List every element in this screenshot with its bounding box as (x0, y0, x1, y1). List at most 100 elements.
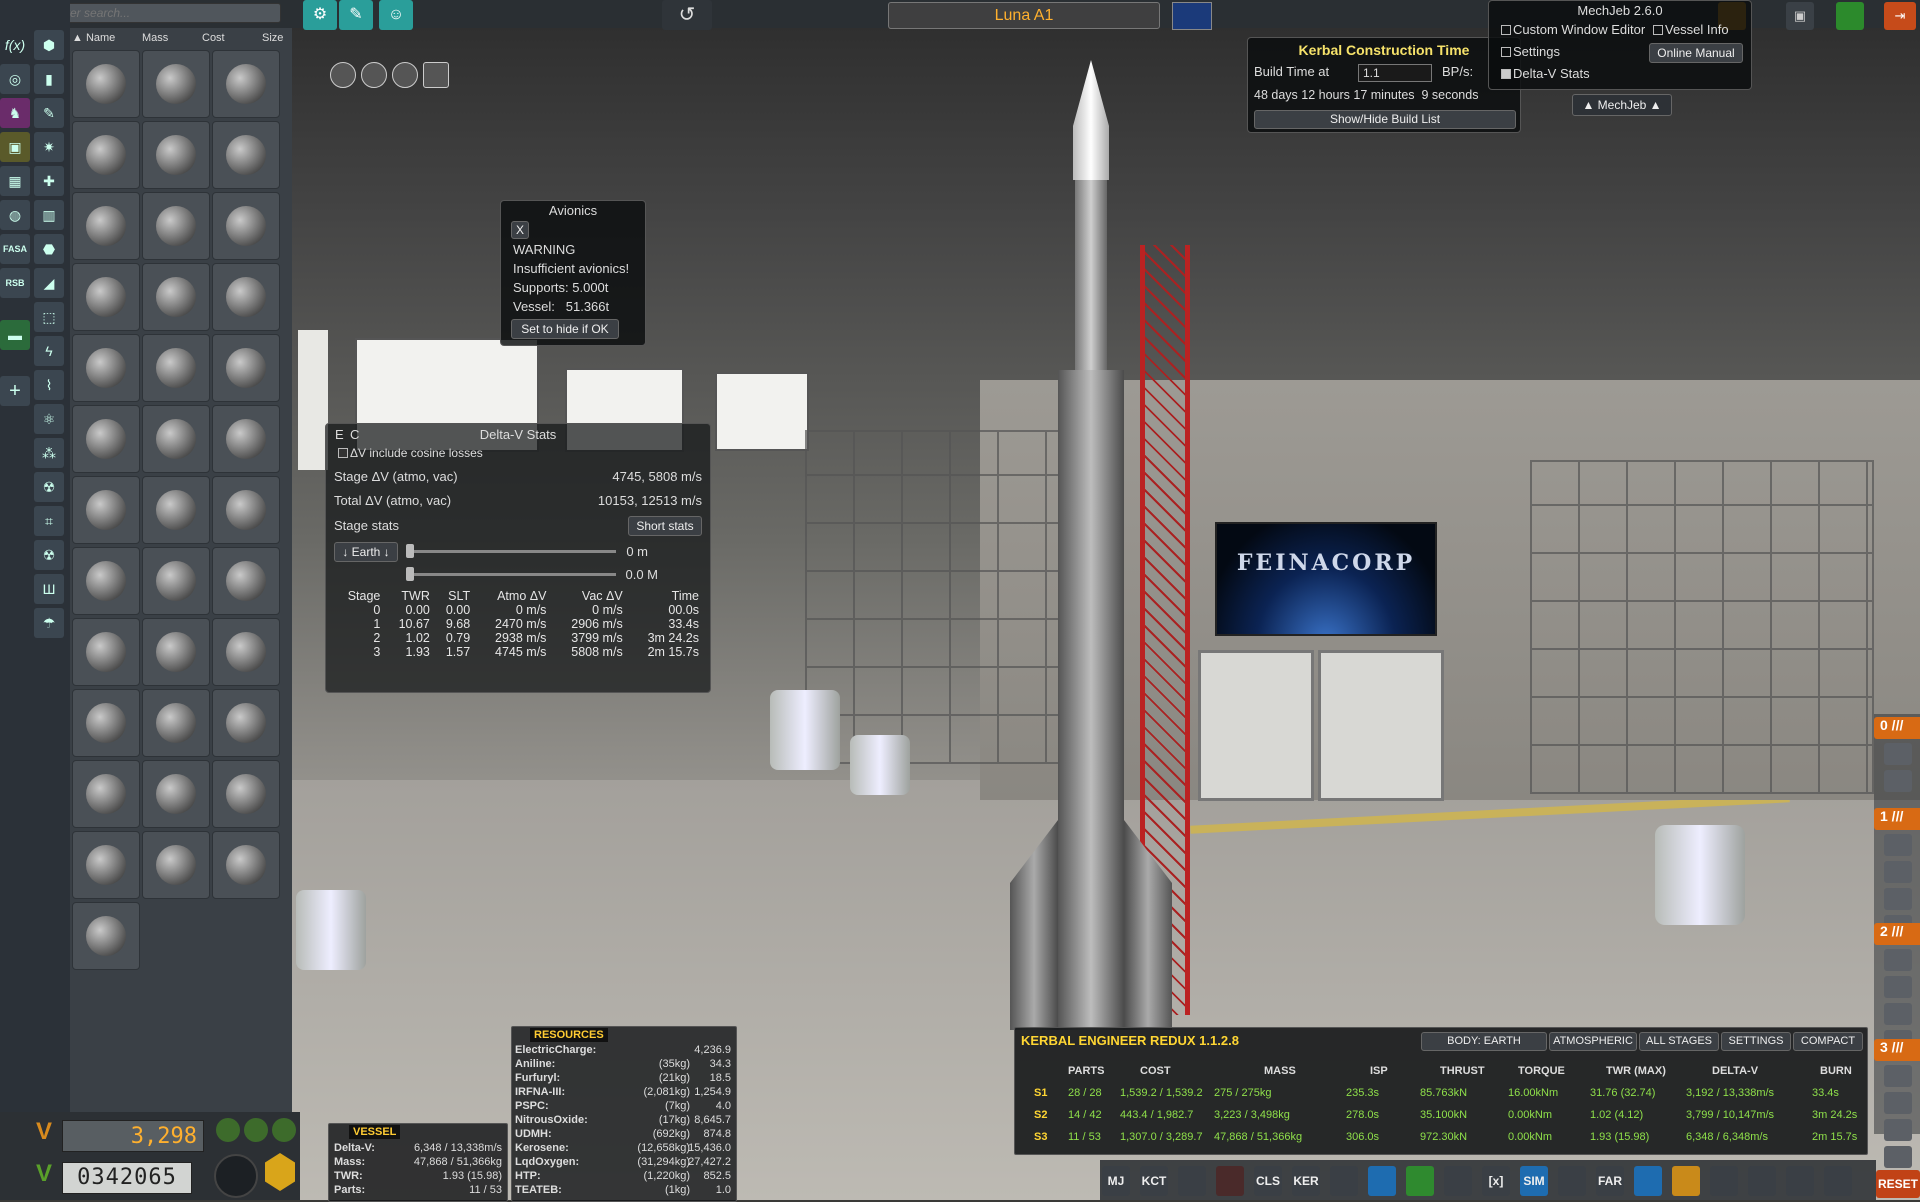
vessel-name-field[interactable]: Luna A1 (888, 2, 1160, 29)
sim-icon[interactable]: SIM (1520, 1166, 1548, 1196)
stage-part-icon[interactable] (1884, 1003, 1912, 1025)
mach-slider[interactable] (406, 573, 616, 576)
stage-part-icon[interactable] (1884, 949, 1912, 971)
bolt-category-icon[interactable]: ϟ (34, 336, 64, 366)
vessel-info-checkbox[interactable] (1653, 25, 1663, 35)
fasa-category-icon[interactable]: FASA (0, 234, 30, 264)
part-tile[interactable] (212, 334, 280, 402)
part-tile[interactable] (72, 405, 140, 473)
body-select-button[interactable]: ↓ Earth ↓ (334, 542, 398, 562)
rsb-category-icon[interactable]: RSB (0, 268, 30, 298)
pods-category-icon[interactable]: ◎ (0, 64, 30, 94)
delta-v-stats-checkbox[interactable] (1501, 69, 1511, 79)
structure-category-icon[interactable]: ▣ (0, 132, 30, 162)
mechjeb-toggle-button[interactable]: ▲ MechJeb ▲ (1572, 94, 1672, 116)
parachute-category-icon[interactable]: ☂ (34, 608, 64, 638)
stage-header[interactable]: 2 /// (1874, 923, 1920, 945)
stage-part-icon[interactable] (1884, 861, 1912, 883)
chart-icon[interactable] (1368, 1166, 1396, 1196)
cargo-category-icon[interactable]: ⬚ (34, 302, 64, 332)
stage-part-icon[interactable] (1884, 743, 1912, 765)
aero-category-icon[interactable]: ✷ (34, 132, 64, 162)
part-tile[interactable] (212, 760, 280, 828)
far-icon[interactable]: FAR (1596, 1166, 1624, 1196)
part-tile[interactable] (72, 547, 140, 615)
nasa-category-icon[interactable]: ◍ (0, 200, 30, 230)
part-tile[interactable] (72, 263, 140, 331)
part-tile[interactable] (142, 263, 210, 331)
part-tile[interactable] (72, 334, 140, 402)
clock-icon[interactable] (1330, 1166, 1358, 1196)
avionics-close-button[interactable]: X (511, 221, 529, 239)
part-tile[interactable] (212, 50, 280, 118)
custom-window-editor-checkbox[interactable] (1501, 25, 1511, 35)
part-tile[interactable] (142, 476, 210, 544)
rotate-tool-icon[interactable] (392, 62, 418, 88)
flag-icon[interactable] (1172, 2, 1212, 30)
part-tile[interactable] (212, 547, 280, 615)
bars-category-icon[interactable]: ▥ (34, 200, 64, 230)
symmetry-icon[interactable]: ↺ (662, 0, 712, 30)
part-tile[interactable] (142, 405, 210, 473)
sort-mass-header[interactable]: Mass (142, 32, 168, 44)
stage-part-icon[interactable] (1884, 1119, 1912, 1141)
stage-header[interactable]: 3 /// (1874, 1039, 1920, 1061)
fx-filter-icon[interactable]: f(x) (0, 30, 30, 60)
ker-compact-button[interactable]: COMPACT (1793, 1032, 1863, 1051)
offset-tool-icon[interactable] (361, 62, 387, 88)
online-manual-button[interactable]: Online Manual (1649, 43, 1743, 63)
part-tile[interactable] (212, 121, 280, 189)
cluster-category-icon[interactable]: ⁂ (34, 438, 64, 468)
wing-category-icon[interactable]: ◢ (34, 268, 64, 298)
cls-icon[interactable]: CLS (1254, 1166, 1282, 1196)
atom-category-icon[interactable]: ⚛ (34, 404, 64, 434)
utility-category-icon[interactable]: ▦ (0, 166, 30, 196)
engine-category-icon[interactable]: ♞ (0, 98, 30, 128)
exit-icon[interactable]: ⇥ (1884, 2, 1916, 30)
kct-icon[interactable]: KCT (1140, 1166, 1168, 1196)
part-tile[interactable] (72, 831, 140, 899)
radiation2-category-icon[interactable]: ☢ (34, 540, 64, 570)
rover-category-icon[interactable]: ▬ (0, 320, 30, 350)
tag-filter-icon[interactable]: ⬢ (34, 30, 64, 60)
kerbalism-icon[interactable]: [x] (1482, 1166, 1510, 1196)
part-tile[interactable] (142, 547, 210, 615)
action-groups-button[interactable]: ✎ (339, 0, 373, 30)
settings-checkbox[interactable] (1501, 47, 1511, 57)
part-tile[interactable] (212, 192, 280, 260)
fuel-category-icon[interactable]: ▮ (34, 64, 64, 94)
search-input[interactable] (45, 3, 281, 23)
part-tile[interactable] (212, 618, 280, 686)
part-tile[interactable] (72, 476, 140, 544)
pen-icon[interactable] (1634, 1166, 1662, 1196)
editor-mode-button[interactable]: ⚙ (303, 0, 337, 30)
part-tile[interactable] (72, 121, 140, 189)
part-tile[interactable] (212, 476, 280, 544)
altitude-slider[interactable] (406, 550, 616, 553)
cosine-checkbox[interactable] (338, 448, 348, 458)
short-stats-button[interactable]: Short stats (628, 516, 702, 536)
legs-category-icon[interactable]: Ш (34, 574, 64, 604)
flame-icon[interactable] (1786, 1166, 1814, 1196)
avionics-hide-button[interactable]: Set to hide if OK (511, 319, 619, 339)
place-tool-icon[interactable] (330, 62, 356, 88)
part-tile[interactable] (142, 760, 210, 828)
staging-lock-icon[interactable] (244, 1118, 268, 1142)
ladder-category-icon[interactable]: ⌗ (34, 506, 64, 536)
part-tile[interactable] (142, 618, 210, 686)
part-tile[interactable] (72, 760, 140, 828)
action-group-icon[interactable] (216, 1118, 240, 1142)
part-tile[interactable] (142, 689, 210, 757)
part-tile[interactable] (72, 689, 140, 757)
sort-name-header[interactable]: ▲ Name (72, 32, 115, 44)
engine2-category-icon[interactable]: ⬣ (34, 234, 64, 264)
stage-part-icon[interactable] (1884, 888, 1912, 910)
stage-part-icon[interactable] (1884, 976, 1912, 998)
signal-icon[interactable] (1748, 1166, 1776, 1196)
expand-icon[interactable] (1444, 1166, 1472, 1196)
bar-icon[interactable] (1406, 1166, 1434, 1196)
control-category-icon[interactable]: ✎ (34, 98, 64, 128)
stage-part-icon[interactable] (1884, 834, 1912, 856)
part-tile[interactable] (142, 50, 210, 118)
part-tile[interactable] (72, 618, 140, 686)
